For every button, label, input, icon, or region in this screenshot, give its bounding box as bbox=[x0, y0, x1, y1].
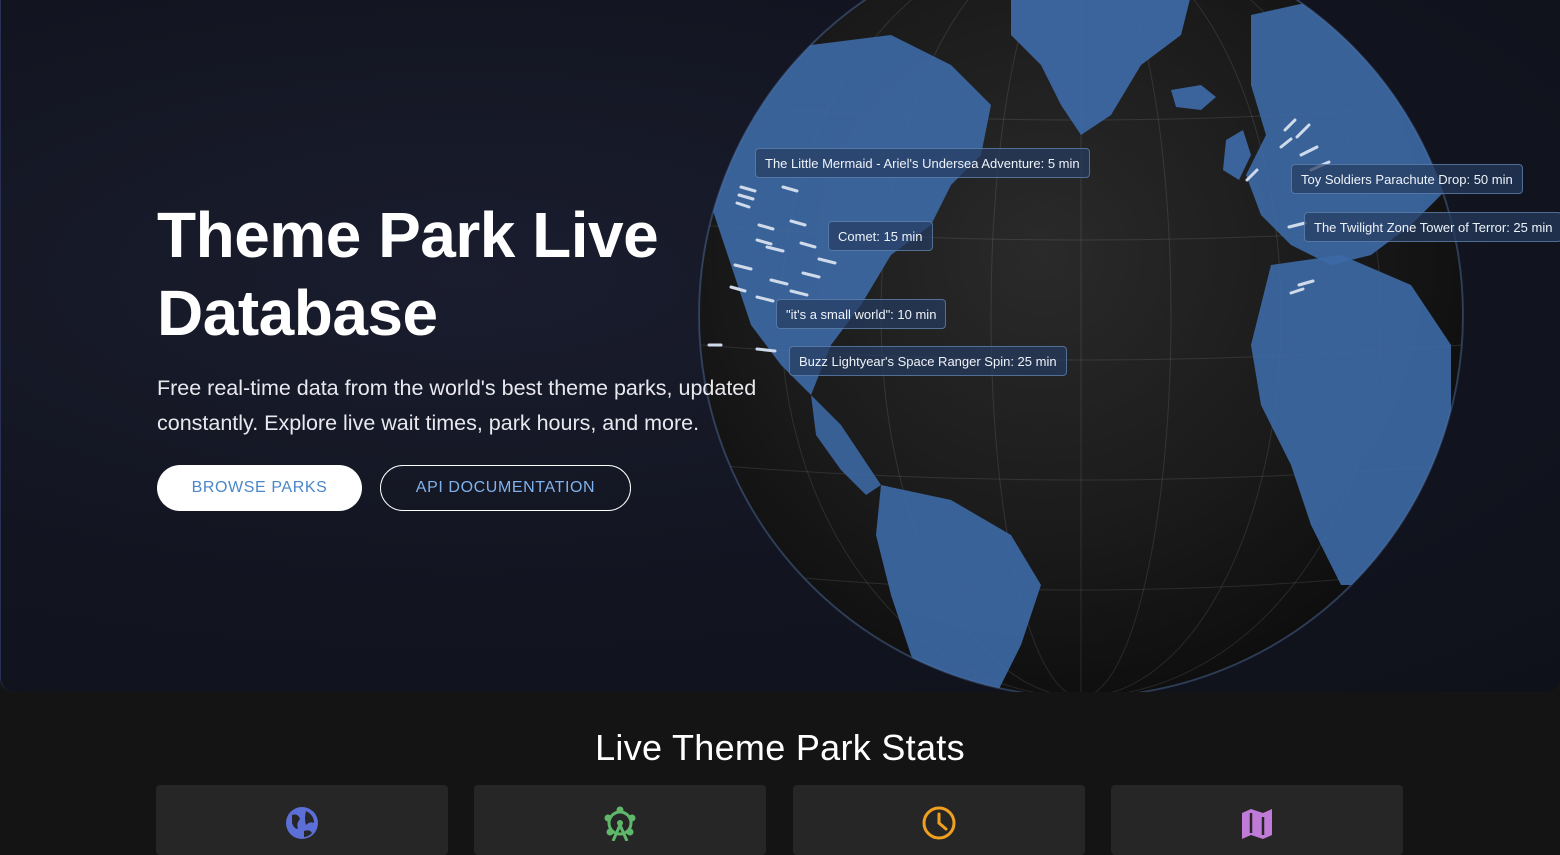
stat-card-rides bbox=[474, 785, 766, 855]
stat-card-wait-times bbox=[793, 785, 1085, 855]
clock-icon bbox=[921, 805, 957, 841]
tooltip-small-world: "it's a small world": 10 min bbox=[776, 299, 947, 329]
stat-card-destinations bbox=[1111, 785, 1403, 855]
hero-section: The Little Mermaid - Ariel's Undersea Ad… bbox=[0, 0, 1560, 692]
tooltip-toy-soldiers: Toy Soldiers Parachute Drop: 50 min bbox=[1291, 164, 1523, 194]
map-icon bbox=[1239, 805, 1275, 841]
hero-subtitle: Free real-time data from the world's bes… bbox=[157, 376, 757, 435]
tooltip-comet: Comet: 15 min bbox=[828, 221, 933, 251]
globe-icon bbox=[284, 805, 320, 841]
browse-parks-button[interactable]: BROWSE PARKS bbox=[157, 465, 362, 511]
tooltip-buzz-lightyear: Buzz Lightyear's Space Ranger Spin: 25 m… bbox=[789, 346, 1067, 376]
ferris-wheel-icon bbox=[602, 805, 638, 842]
tooltip-tower-of-terror: The Twilight Zone Tower of Terror: 25 mi… bbox=[1304, 212, 1560, 242]
tooltip-little-mermaid: The Little Mermaid - Ariel's Undersea Ad… bbox=[755, 148, 1090, 178]
stats-title: Live Theme Park Stats bbox=[595, 727, 965, 768]
stat-card-parks bbox=[156, 785, 448, 855]
page-title: Theme Park Live Database bbox=[157, 199, 659, 349]
api-documentation-button[interactable]: API DOCUMENTATION bbox=[380, 465, 631, 511]
